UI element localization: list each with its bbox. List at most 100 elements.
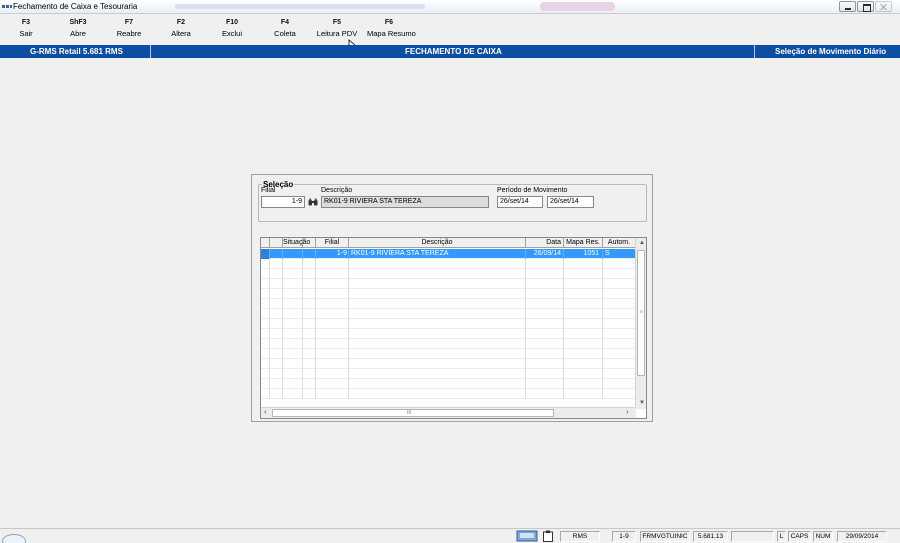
empty-table-row[interactable] — [261, 279, 636, 289]
toolbar-sair-button[interactable]: F3 Sair — [4, 19, 48, 38]
empty-cell — [261, 329, 270, 339]
cell-filial: 1-9 — [316, 249, 349, 259]
screen-header-bar: G-RMS Retail 5.681 RMS FECHAMENTO DE CAI… — [0, 45, 900, 58]
row-indicator — [261, 249, 270, 259]
empty-cell — [316, 389, 349, 399]
vertical-scrollbar[interactable]: ▲ ≡ ▼ — [635, 238, 646, 409]
grid-header-filial[interactable]: Filial — [316, 238, 349, 248]
empty-cell — [603, 389, 636, 399]
scroll-left-icon[interactable]: ‹ — [264, 408, 267, 416]
grid-header-descricao[interactable]: Descrição — [349, 238, 526, 248]
empty-table-row[interactable] — [261, 289, 636, 299]
status-empty — [731, 531, 774, 542]
system-name: G-RMS Retail 5.681 RMS — [30, 47, 123, 56]
scroll-up-icon[interactable]: ▲ — [639, 240, 645, 246]
empty-cell — [261, 389, 270, 399]
empty-cell — [261, 349, 270, 359]
close-button[interactable] — [875, 1, 892, 12]
empty-table-row[interactable] — [261, 309, 636, 319]
empty-cell — [303, 379, 316, 389]
movimento-grid[interactable]: Situação Filial Descrição Data Mapa Res.… — [260, 237, 647, 419]
toolbar-abre-button[interactable]: ShF3 Abre — [56, 19, 100, 38]
empty-cell — [603, 369, 636, 379]
empty-cell — [564, 269, 603, 279]
toolbar-mapa-resumo-button[interactable]: F6 Mapa Resumo — [367, 19, 416, 38]
start-orb-icon[interactable] — [2, 534, 26, 543]
grid-header-mapa-res[interactable]: Mapa Res. — [564, 238, 603, 248]
cell-situacao — [283, 249, 303, 259]
toolbar-exclui-button[interactable]: F10 Exclui — [210, 19, 254, 38]
toolbar-leitura-pdv-button[interactable]: F5 Leitura PDV — [315, 19, 359, 38]
empty-cell — [270, 389, 283, 399]
empty-table-row[interactable] — [261, 259, 636, 269]
minimize-button[interactable] — [839, 1, 856, 12]
descricao-label: Descrição — [321, 187, 353, 194]
empty-cell — [349, 269, 526, 279]
periodo-inicio-field[interactable]: 26/set/14 — [497, 196, 543, 208]
filial-field[interactable]: 1-9 — [261, 196, 305, 208]
empty-table-row[interactable] — [261, 269, 636, 279]
empty-cell — [603, 359, 636, 369]
fkey-action: Leitura PDV — [316, 29, 358, 38]
grid-header-data[interactable]: Data — [526, 238, 564, 248]
status-caps: CAPS — [788, 531, 811, 542]
empty-table-row[interactable] — [261, 319, 636, 329]
scroll-down-icon[interactable]: ▼ — [639, 400, 645, 406]
empty-cell — [349, 349, 526, 359]
empty-cell — [603, 379, 636, 389]
empty-cell — [261, 339, 270, 349]
vertical-scroll-thumb[interactable]: ≡ — [637, 250, 645, 376]
toolbar-coleta-button[interactable]: F4 Coleta — [263, 19, 307, 38]
horizontal-scrollbar[interactable]: ‹ III › — [261, 407, 636, 418]
fkey-action: Exclui — [221, 29, 242, 38]
empty-cell — [316, 279, 349, 289]
empty-cell — [316, 269, 349, 279]
fkey-label: F3 — [21, 19, 31, 26]
empty-table-row[interactable] — [261, 359, 636, 369]
window-controls — [839, 1, 892, 12]
grip-icon: III — [407, 410, 412, 416]
app-icon — [2, 3, 12, 10]
screen-title: FECHAMENTO DE CAIXA — [405, 47, 502, 56]
empty-cell — [261, 269, 270, 279]
maximize-button[interactable] — [857, 1, 874, 12]
blurred-title-area — [175, 4, 425, 9]
empty-cell — [564, 349, 603, 359]
empty-cell — [316, 329, 349, 339]
empty-table-row[interactable] — [261, 329, 636, 339]
scroll-right-icon[interactable]: › — [626, 408, 629, 416]
grid-header-situacao[interactable]: Situação — [283, 238, 310, 248]
empty-cell — [283, 349, 303, 359]
fkey-action: Reabre — [116, 29, 142, 38]
empty-table-row[interactable] — [261, 389, 636, 399]
toolbar-reabre-button[interactable]: F7 Reabre — [107, 19, 151, 38]
fkey-label: ShF3 — [69, 19, 87, 26]
horizontal-scroll-thumb[interactable]: III — [272, 409, 554, 417]
empty-table-row[interactable] — [261, 299, 636, 309]
periodo-fim-field[interactable]: 26/set/14 — [547, 196, 594, 208]
empty-cell — [564, 259, 603, 269]
empty-cell — [283, 379, 303, 389]
empty-cell — [349, 279, 526, 289]
empty-cell — [603, 309, 636, 319]
fkey-action: Coleta — [274, 29, 296, 38]
empty-table-row[interactable] — [261, 369, 636, 379]
empty-table-row[interactable] — [261, 339, 636, 349]
grid-header-col — [270, 238, 283, 248]
grid-header: Situação Filial Descrição Data Mapa Res.… — [261, 238, 636, 248]
search-binoculars-icon[interactable] — [308, 198, 318, 206]
empty-cell — [603, 259, 636, 269]
empty-cell — [270, 349, 283, 359]
empty-cell — [349, 339, 526, 349]
grid-header-autom[interactable]: Autom. — [603, 238, 636, 248]
cell-empty — [270, 249, 283, 259]
empty-cell — [316, 349, 349, 359]
empty-table-row[interactable] — [261, 379, 636, 389]
empty-table-row[interactable] — [261, 349, 636, 359]
empty-cell — [261, 259, 270, 269]
empty-cell — [526, 329, 564, 339]
empty-cell — [349, 359, 526, 369]
empty-cell — [564, 359, 603, 369]
table-row[interactable]: 1-9 RK01-9 RIVIERA STA TEREZA 26/09/14 1… — [261, 249, 636, 259]
toolbar-altera-button[interactable]: F2 Altera — [159, 19, 203, 38]
